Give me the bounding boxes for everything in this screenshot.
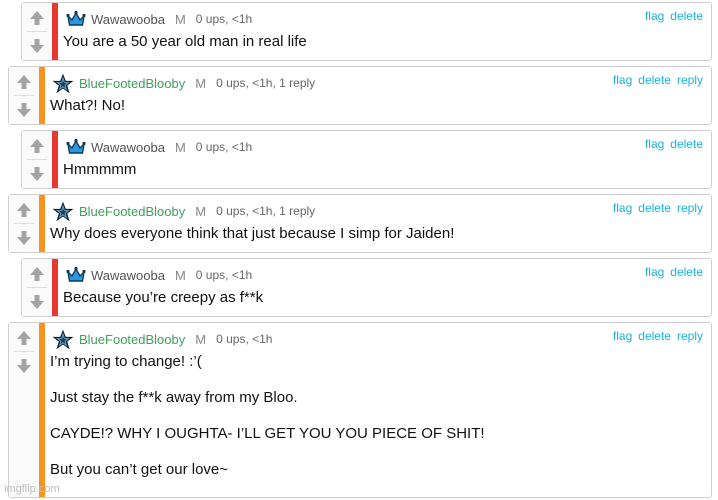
flag-button[interactable]: flag — [613, 201, 632, 215]
navy-star-icon — [52, 73, 74, 94]
thread-color-bar — [52, 3, 58, 60]
blue-crown-icon — [66, 266, 86, 284]
thread-color-bar — [39, 67, 45, 124]
comment-text: Hmmmmm — [63, 161, 703, 179]
gender-label: M — [195, 75, 207, 91]
flag-button[interactable]: flag — [645, 137, 664, 151]
vote-column — [22, 259, 53, 316]
thread-color-bar — [39, 323, 45, 497]
downvote-arrow-icon[interactable] — [27, 36, 47, 56]
comment-line: You are a 50 year old man in real life — [63, 33, 307, 50]
blue-crown-icon — [66, 10, 86, 28]
blue-crown-icon — [66, 138, 86, 156]
thread-color-bar — [39, 195, 45, 252]
comment-line: What?! No! — [50, 97, 126, 114]
username-link[interactable]: BlueFootedBlooby — [79, 76, 185, 91]
reply-button[interactable]: reply — [677, 201, 703, 215]
flag-button[interactable]: flag — [645, 265, 664, 279]
comment-stats: 0 ups, <1h — [216, 332, 273, 346]
thread-color-bar — [52, 259, 58, 316]
delete-button[interactable]: delete — [670, 137, 703, 151]
comment-line: Hmmmmm — [63, 161, 137, 178]
username-link[interactable]: Wawawooba — [91, 12, 165, 27]
upvote-arrow-icon[interactable] — [27, 136, 47, 160]
upvote-arrow-icon[interactable] — [14, 72, 34, 96]
comment-stats: 0 ups, <1h, 1 reply — [216, 204, 316, 218]
username-link[interactable]: Wawawooba — [91, 140, 165, 155]
delete-button[interactable]: delete — [670, 265, 703, 279]
gender-label: M — [195, 203, 207, 219]
comment-card: Wawawooba M 0 ups, <1h flag delete Hmmmm… — [21, 130, 712, 189]
comment-line: But you can’t get our love~ — [50, 461, 229, 478]
comment-text: Because you’re creepy as f**k — [63, 289, 703, 307]
gender-label: M — [195, 331, 207, 347]
comment-line: Because you’re creepy as f**k — [63, 289, 264, 306]
reply-button[interactable]: reply — [677, 73, 703, 87]
downvote-arrow-icon[interactable] — [14, 228, 34, 248]
comment-line: I’m trying to change! :’( — [50, 353, 202, 370]
comment-text: I’m trying to change! :’( Just stay the … — [50, 353, 703, 479]
flag-button[interactable]: flag — [613, 329, 632, 343]
comment-card: Wawawooba M 0 ups, <1h flag delete Becau… — [21, 258, 712, 317]
navy-star-icon — [52, 201, 74, 222]
thread-color-bar — [52, 131, 58, 188]
upvote-arrow-icon[interactable] — [27, 8, 47, 32]
username-link[interactable]: Wawawooba — [91, 268, 165, 283]
gender-label: M — [174, 267, 186, 283]
comment-stats: 0 ups, <1h — [195, 12, 253, 26]
username-link[interactable]: BlueFootedBlooby — [79, 332, 185, 347]
reply-button[interactable]: reply — [677, 329, 703, 343]
comment-line: Just stay the f**k away from my Bloo. — [50, 389, 298, 406]
flag-button[interactable]: flag — [613, 73, 632, 87]
navy-star-icon — [52, 329, 74, 350]
delete-button[interactable]: delete — [638, 329, 671, 343]
imgflip-watermark: imgflip.com — [4, 483, 60, 495]
username-link[interactable]: BlueFootedBlooby — [79, 204, 185, 219]
downvote-arrow-icon[interactable] — [27, 292, 47, 312]
flag-button[interactable]: flag — [645, 9, 664, 23]
downvote-arrow-icon[interactable] — [14, 356, 34, 376]
vote-column — [22, 131, 53, 188]
gender-label: M — [174, 139, 186, 155]
upvote-arrow-icon[interactable] — [27, 264, 47, 288]
comment-line: Why does everyone think that just becaus… — [50, 225, 455, 242]
upvote-arrow-icon[interactable] — [14, 200, 34, 224]
vote-column — [9, 67, 40, 124]
comment-line: CAYDE!? WHY I OUGHTA- I’LL GET YOU YOU P… — [50, 425, 485, 442]
comment-text: Why does everyone think that just becaus… — [50, 225, 703, 243]
comment-text: You are a 50 year old man in real life — [63, 33, 703, 51]
comment-stats: 0 ups, <1h — [195, 268, 253, 282]
comment-stats: 0 ups, <1h — [195, 140, 253, 154]
delete-button[interactable]: delete — [638, 201, 671, 215]
gender-label: M — [174, 11, 186, 27]
comment-text: What?! No! — [50, 97, 703, 115]
downvote-arrow-icon[interactable] — [27, 164, 47, 184]
vote-column — [9, 195, 40, 252]
comment-card: BlueFootedBlooby M 0 ups, <1h, 1 reply f… — [8, 194, 712, 253]
comment-stats: 0 ups, <1h, 1 reply — [216, 76, 316, 90]
delete-button[interactable]: delete — [638, 73, 671, 87]
vote-column — [22, 3, 53, 60]
vote-column — [9, 323, 40, 497]
comment-card: BlueFootedBlooby M 0 ups, <1h, 1 reply f… — [8, 66, 712, 125]
comment-card: Wawawooba M 0 ups, <1h flag delete You a… — [21, 2, 712, 61]
delete-button[interactable]: delete — [670, 9, 703, 23]
comment-card: BlueFootedBlooby M 0 ups, <1h flag delet… — [8, 322, 712, 498]
upvote-arrow-icon[interactable] — [14, 328, 34, 352]
downvote-arrow-icon[interactable] — [14, 100, 34, 120]
